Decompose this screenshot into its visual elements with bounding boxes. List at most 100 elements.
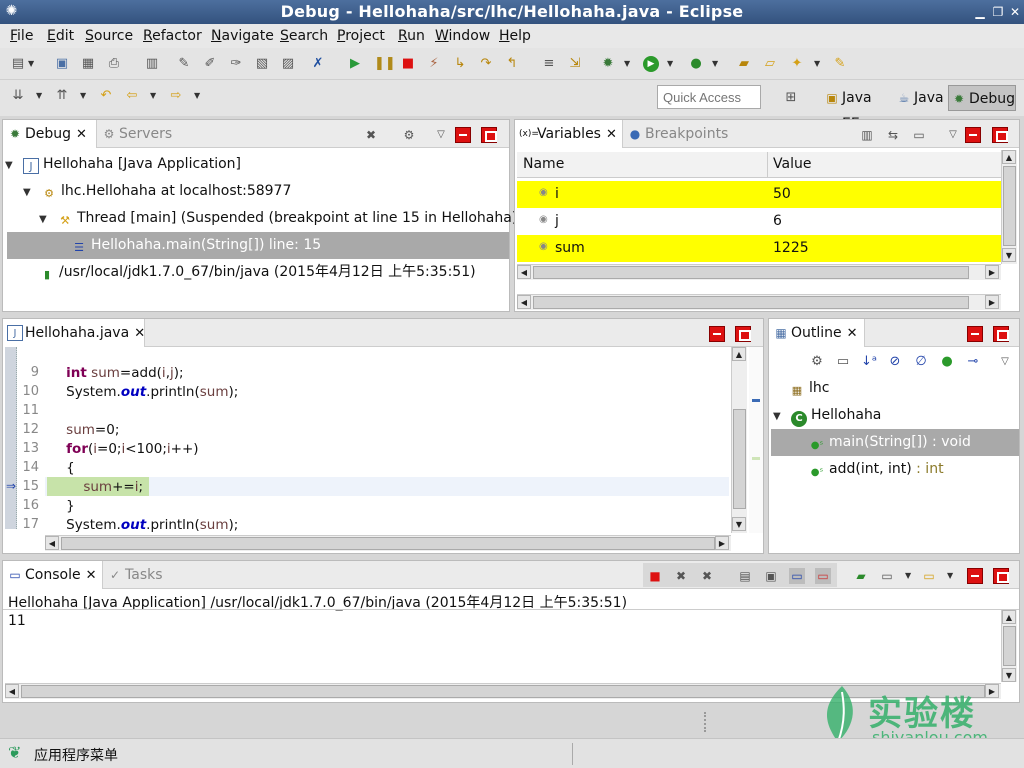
annotation-next-icon[interactable]: ⇊ (10, 88, 26, 104)
scroll-left-icon[interactable]: ◀ (45, 536, 59, 550)
close-icon[interactable]: ✕ (1007, 4, 1023, 20)
scroll-up-icon[interactable]: ▲ (1002, 150, 1016, 164)
tree-stack-frame[interactable]: ☰ Hellohaha.main(String[]) line: 15 (7, 232, 509, 259)
back-dropdown-icon[interactable]: ▼ (150, 88, 158, 104)
tree-app[interactable]: ▼ J Hellohaha [Java Application] (5, 151, 241, 178)
expand-icon[interactable]: ▼ (23, 179, 37, 206)
maximize-view-button[interactable] (993, 568, 1009, 584)
open-folder-icon[interactable]: ▱ (762, 56, 778, 72)
print-icon[interactable]: ⎙ (106, 56, 122, 72)
tree-process[interactable]: ▮/usr/local/jdk1.7.0_67/bin/java (2015年4… (39, 259, 476, 286)
scroll-up-icon[interactable]: ▲ (1002, 610, 1016, 624)
close-tab-icon[interactable]: ✕ (606, 127, 617, 142)
display-selected-console-icon[interactable]: ▭ (879, 568, 895, 584)
show-type-names-icon[interactable]: ▥ (859, 127, 875, 143)
external-tools-dropdown-icon[interactable]: ▼ (712, 56, 720, 72)
variable-row[interactable]: ◉ i 50 (517, 181, 1001, 208)
hide-fields-icon[interactable]: ⊘ (887, 354, 903, 370)
annotation-next-dropdown-icon[interactable]: ▼ (36, 88, 44, 104)
annotation-prev-icon[interactable]: ⇈ (54, 88, 70, 104)
scroll-right-icon[interactable]: ▶ (985, 295, 999, 309)
collapse-all-icon[interactable]: ▭ (911, 127, 927, 143)
close-tab-icon[interactable]: ✕ (76, 127, 87, 142)
tab-servers[interactable]: ⚙ Servers (97, 120, 177, 148)
toggle-breakpoint-icon[interactable]: ✐ (202, 56, 218, 72)
menu-edit[interactable]: Edit (47, 28, 74, 44)
disconnect-icon[interactable]: ⚡ (426, 56, 442, 72)
code-line[interactable]: } (49, 498, 75, 514)
clear-console-icon[interactable]: ▤ (737, 568, 753, 584)
new-java-project-icon[interactable]: ▰ (736, 56, 752, 72)
menu-project[interactable]: Project (337, 28, 385, 44)
open-perspective-icon[interactable]: ⊞ (783, 90, 799, 106)
step-into-icon[interactable]: ↳ (452, 56, 468, 72)
run-icon[interactable]: ▶ (643, 56, 659, 72)
restore-icon[interactable]: ❐ (990, 4, 1006, 20)
detail-horizontal-scrollbar[interactable]: ◀ ▶ (517, 294, 1001, 310)
tab-editor-file[interactable]: J Hellohaha.java ✕ (3, 319, 145, 347)
code-line[interactable]: sum=0; (49, 422, 119, 438)
open-task-icon[interactable]: ✎ (832, 56, 848, 72)
tree-thread[interactable]: ▼ ⚒ Thread [main] (Suspended (breakpoint a… (39, 205, 523, 232)
tab-tasks[interactable]: ✓ Tasks (103, 561, 173, 589)
minimize-view-button[interactable] (967, 326, 983, 342)
scroll-left-icon[interactable]: ◀ (5, 684, 19, 698)
tree-vm[interactable]: ▼ ⚙ lhc.Hellohaha at localhost:58977 (23, 178, 291, 205)
app-menu-icon[interactable]: ❦ (8, 744, 26, 762)
open-type-icon[interactable]: ▥ (144, 56, 160, 72)
hide-static-icon[interactable]: ∅ (913, 354, 929, 370)
perspective-debug[interactable]: ✹ Debug (948, 85, 1016, 111)
debug-run-icon[interactable]: ✹ (600, 56, 616, 72)
annotation-prev-dropdown-icon[interactable]: ▼ (80, 88, 88, 104)
scroll-right-icon[interactable]: ▶ (985, 265, 999, 279)
menu-search[interactable]: Search (280, 28, 328, 44)
maximize-view-button[interactable] (993, 326, 1009, 342)
maximize-view-button[interactable] (481, 127, 497, 143)
show-logical-structure-icon[interactable]: ⇆ (885, 127, 901, 143)
code-line[interactable]: { (49, 460, 75, 476)
maximize-view-button[interactable] (992, 127, 1008, 143)
view-menu-icon[interactable]: ▽ (945, 127, 961, 143)
menu-refactor[interactable]: Refactor (143, 28, 202, 44)
sort-icon[interactable]: ↓ᵃ (861, 354, 877, 370)
perspective-java-ee[interactable]: ▣Java EE (822, 85, 892, 132)
open-console-icon[interactable]: ▭ (921, 568, 937, 584)
expand-icon[interactable]: ▼ (39, 206, 53, 233)
start-menu-label[interactable]: 应用程序菜单 (34, 745, 118, 765)
menu-navigate[interactable]: Navigate (211, 28, 274, 44)
forward-dropdown-icon[interactable]: ▼ (194, 88, 202, 104)
hide-nonpublic-icon[interactable]: ● (939, 354, 955, 370)
scroll-left-icon[interactable]: ◀ (517, 295, 531, 309)
search-icon[interactable]: ✦ (789, 56, 805, 72)
scroll-down-icon[interactable]: ▼ (1002, 668, 1016, 682)
resume-icon[interactable]: ▶ (347, 56, 363, 72)
maximize-view-button[interactable] (735, 326, 751, 342)
code-line[interactable]: sum+=i; (49, 479, 143, 495)
focus-active-task-icon[interactable]: ⚙ (809, 354, 825, 370)
pin-console-icon[interactable]: ▰ (853, 568, 869, 584)
expand-icon[interactable]: ▼ (773, 403, 787, 430)
minimize-view-button[interactable] (965, 127, 981, 143)
external-tools-icon[interactable]: ● (688, 56, 704, 72)
view-menu-icon[interactable]: ▽ (997, 354, 1013, 370)
save-icon[interactable]: ▣ (54, 56, 70, 72)
menu-window[interactable]: Window (435, 28, 490, 44)
variables-horizontal-scrollbar[interactable]: ◀ ▶ (517, 264, 1001, 280)
scroll-lock-icon[interactable]: ▣ (763, 568, 779, 584)
search-dropdown-icon[interactable]: ▼ (814, 56, 822, 72)
close-tab-icon[interactable]: ✕ (847, 326, 858, 341)
minimize-view-button[interactable] (967, 568, 983, 584)
remove-terminated-icon[interactable]: ✖ (363, 127, 379, 143)
suspend-icon[interactable]: ❚❚ (374, 56, 396, 72)
tab-outline[interactable]: ▦ Outline ✕ (769, 319, 865, 347)
new-dropdown-icon[interactable]: ▼ (28, 56, 36, 72)
tab-variables[interactable]: (x)= Variables ✕ (515, 120, 623, 148)
use-step-filters-icon[interactable]: ⇲ (567, 56, 583, 72)
outline-class[interactable]: ▼ C Hellohaha (773, 402, 881, 429)
close-tab-icon[interactable]: ✕ (86, 568, 97, 583)
terminate-icon[interactable]: ■ (400, 56, 416, 72)
menu-run[interactable]: Run (398, 28, 425, 44)
display-icon[interactable]: ▧ (254, 56, 270, 72)
collapse-all-icon[interactable]: ▭ (835, 354, 851, 370)
code-area[interactable]: 9 int sum=add(i,j); 10 System.out.println… (3, 347, 731, 533)
